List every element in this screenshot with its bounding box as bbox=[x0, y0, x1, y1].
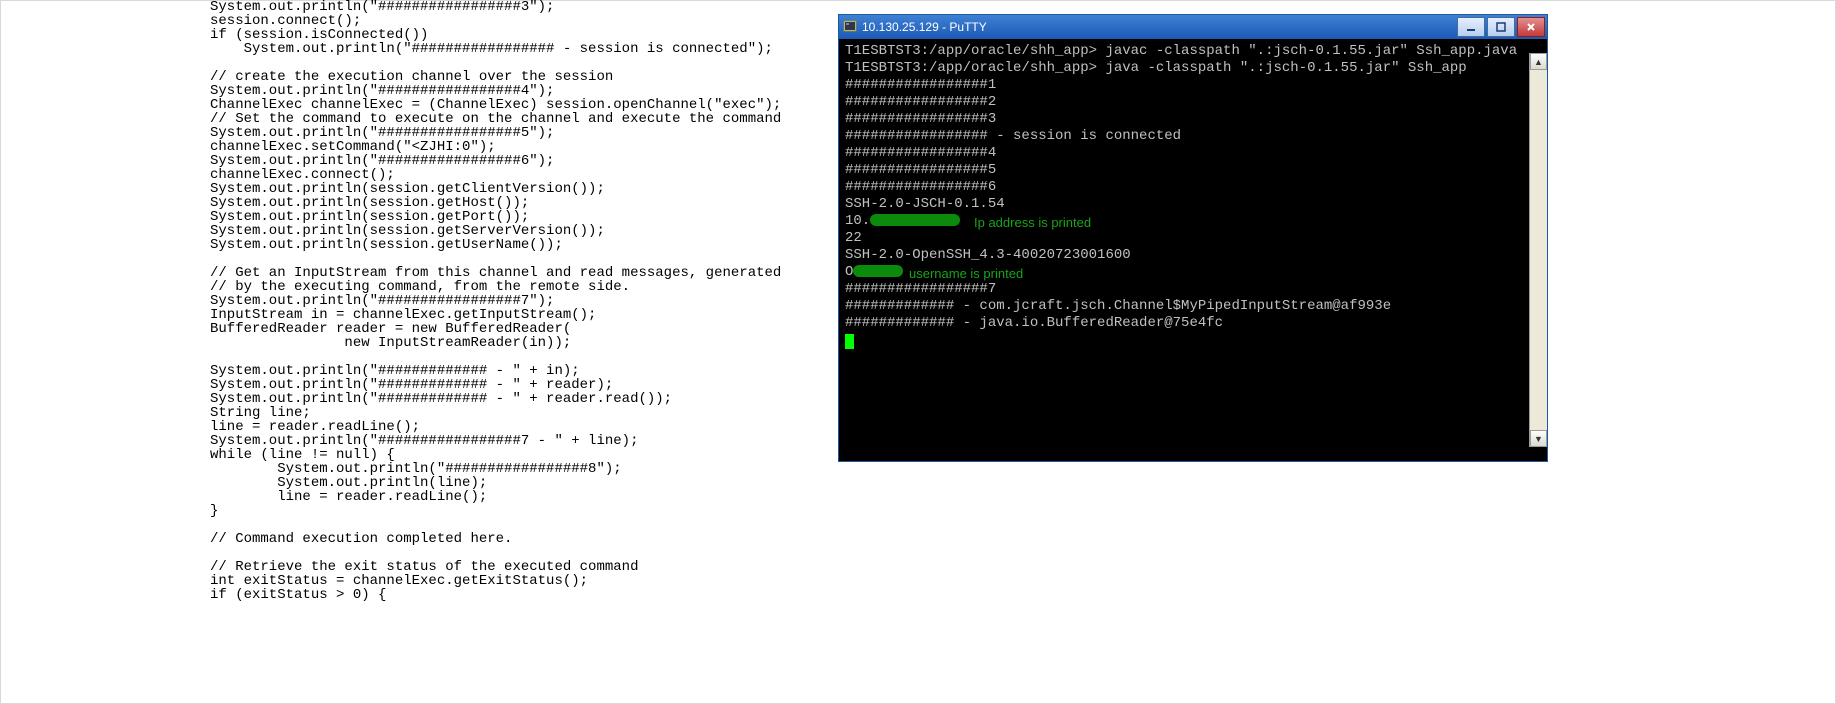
terminal-line: ############# - java.io.BufferedReader@7… bbox=[845, 315, 1541, 332]
terminal-line: #################7 bbox=[845, 281, 1541, 298]
titlebar[interactable]: 10.130.25.129 - PuTTY bbox=[839, 15, 1547, 39]
terminal-line: #################2 bbox=[845, 94, 1541, 111]
terminal-line: T1ESBTST3:/app/oracle/shh_app> javac -cl… bbox=[845, 43, 1541, 60]
terminal-line: T1ESBTST3:/app/oracle/shh_app> java -cla… bbox=[845, 60, 1541, 77]
window-buttons bbox=[1457, 15, 1547, 39]
terminal-line: #################3 bbox=[845, 111, 1541, 128]
terminal-line: SSH-2.0-OpenSSH_4.3-40020723001600 bbox=[845, 247, 1541, 264]
annotation-ip: Ip address is printed bbox=[974, 215, 1091, 230]
maximize-button[interactable] bbox=[1487, 17, 1515, 37]
terminal-line: 22 bbox=[845, 230, 1541, 247]
redacted-username bbox=[853, 265, 903, 277]
terminal-line: SSH-2.0-JSCH-0.1.54 bbox=[845, 196, 1541, 213]
putty-window: 10.130.25.129 - PuTTY T1ESBTST3:/app/ora… bbox=[838, 14, 1548, 462]
minimize-button[interactable] bbox=[1457, 17, 1485, 37]
terminal-cursor-line bbox=[845, 332, 1541, 349]
terminal-line: #################4 bbox=[845, 145, 1541, 162]
scroll-down-button[interactable]: ▼ bbox=[1530, 430, 1547, 447]
terminal-line: #################6 bbox=[845, 179, 1541, 196]
annotation-user: username is printed bbox=[909, 266, 1023, 281]
window-title: 10.130.25.129 - PuTTY bbox=[862, 20, 1457, 34]
terminal-line: ############# - com.jcraft.jsch.Channel$… bbox=[845, 298, 1541, 315]
terminal-line: #################5 bbox=[845, 162, 1541, 179]
terminal[interactable]: T1ESBTST3:/app/oracle/shh_app> javac -cl… bbox=[839, 39, 1547, 461]
code-panel: System.out.println("#################3")… bbox=[210, 0, 830, 602]
terminal-line: ################# - session is connected bbox=[845, 128, 1541, 145]
vertical-scrollbar[interactable]: ▲ ▼ bbox=[1529, 53, 1547, 447]
close-button[interactable] bbox=[1517, 17, 1545, 37]
putty-icon bbox=[843, 20, 857, 34]
redacted-ip bbox=[870, 214, 960, 226]
scroll-up-button[interactable]: ▲ bbox=[1530, 53, 1547, 70]
terminal-line: #################1 bbox=[845, 77, 1541, 94]
terminal-line: 10. bbox=[845, 213, 1541, 230]
cursor-icon bbox=[845, 334, 854, 349]
